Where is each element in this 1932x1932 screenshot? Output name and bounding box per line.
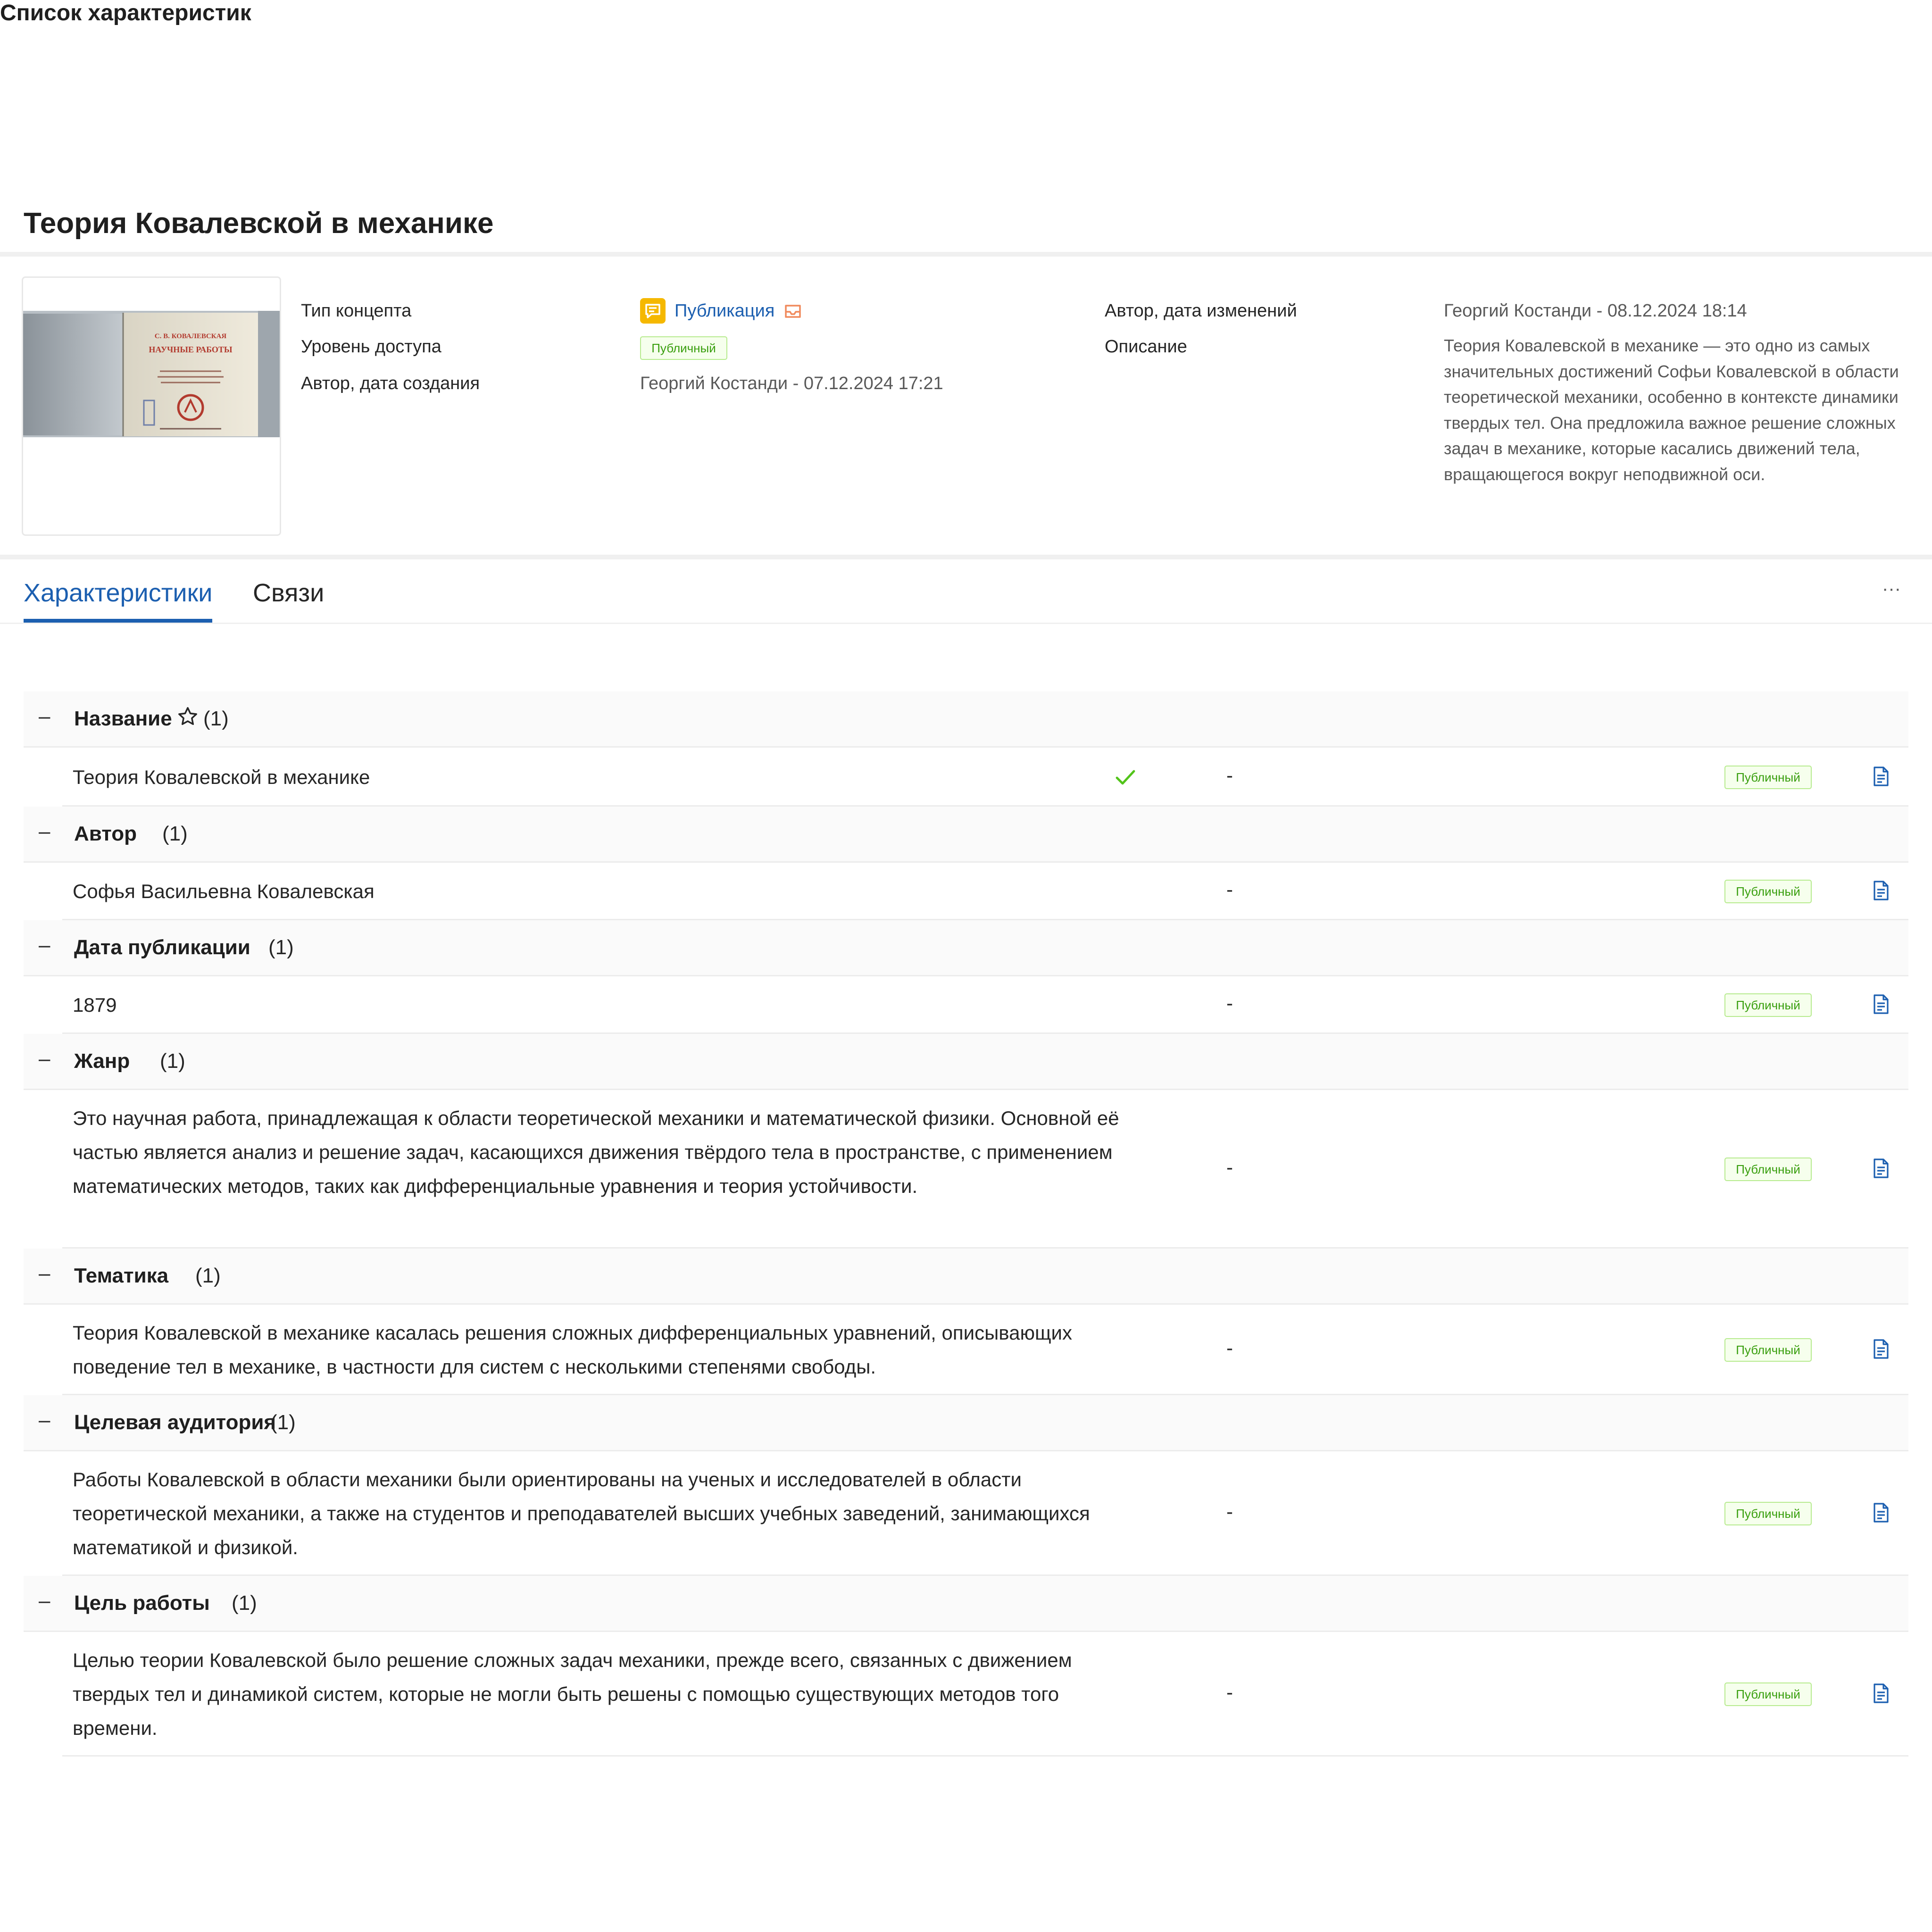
- modified-value: Георгий Костанди - 08.12.2024 18:14: [1444, 301, 1747, 321]
- group-header[interactable]: – Цель работы (1): [24, 1576, 1908, 1632]
- concept-type-link[interactable]: Публикация: [675, 301, 774, 321]
- book-author-text: С. В. КОВАЛЕВСКАЯ: [155, 333, 227, 340]
- document-icon[interactable]: [1873, 1339, 1890, 1359]
- group-title: Автор: [74, 822, 137, 845]
- value-dash: -: [1226, 1156, 1233, 1178]
- group-count: (1): [160, 1049, 185, 1073]
- value-row[interactable]: 1879 - Публичный: [62, 976, 1908, 1034]
- collapse-icon[interactable]: –: [39, 933, 50, 957]
- value-dash: -: [1226, 992, 1233, 1014]
- group-count: (1): [232, 1591, 257, 1615]
- access-tag: Публичный: [1724, 1502, 1812, 1525]
- group-title: Название: [74, 707, 172, 730]
- value-dash: -: [1226, 1337, 1233, 1359]
- value-row[interactable]: Теория Ковалевской в механике - Публичный: [62, 748, 1908, 807]
- tab-links[interactable]: Связи: [253, 578, 324, 608]
- group-count: (1): [270, 1411, 296, 1434]
- book-photo: С. В. КОВАЛЕВСКАЯ НАУЧНЫЕ РАБОТЫ: [23, 311, 280, 437]
- value-text: Это научная работа, принадлежащая к обла…: [73, 1107, 1119, 1197]
- value-text: Целью теории Ковалевской было решение сл…: [73, 1649, 1072, 1739]
- concept-type-label: Тип концепта: [301, 301, 412, 321]
- group-count: (1): [162, 822, 188, 845]
- characteristics-list: – Название (1) Теория Ковалевской в механик…: [24, 691, 1908, 1757]
- group-title: Целевая аудитория: [74, 1411, 276, 1434]
- group-title: Жанр: [74, 1049, 130, 1073]
- document-icon[interactable]: [1873, 994, 1890, 1015]
- check-icon: [1116, 770, 1135, 784]
- value-dash: -: [1226, 878, 1233, 900]
- active-tab-indicator: [24, 619, 212, 623]
- collapse-icon[interactable]: –: [39, 705, 50, 728]
- divider: [0, 252, 1932, 257]
- document-icon[interactable]: [1873, 1683, 1890, 1704]
- tabs-divider: [0, 623, 1932, 624]
- modified-label: Автор, дата изменений: [1105, 301, 1297, 321]
- group-title: Цель работы: [74, 1591, 210, 1615]
- group-header[interactable]: – Название (1): [24, 691, 1908, 748]
- created-label: Автор, дата создания: [301, 374, 480, 393]
- group-title: Дата публикации: [74, 936, 250, 959]
- value-row[interactable]: Теория Ковалевской в механике касалась р…: [62, 1305, 1908, 1395]
- document-icon[interactable]: [1873, 1502, 1890, 1523]
- value-text: Теория Ковалевской в механике касалась р…: [73, 1322, 1072, 1378]
- collapse-icon[interactable]: –: [39, 1408, 50, 1432]
- value-dash: -: [1226, 764, 1233, 786]
- access-tag: Публичный: [1724, 993, 1812, 1017]
- divider: [0, 555, 1932, 559]
- group-header[interactable]: – Тематика (1): [24, 1249, 1908, 1305]
- group-count: (1): [268, 936, 294, 959]
- value-row[interactable]: Целью теории Ковалевской было решение сл…: [62, 1632, 1908, 1757]
- value-row[interactable]: Софья Васильевна Ковалевская - Публичный: [62, 863, 1908, 920]
- description-label: Описание: [1105, 337, 1187, 357]
- group-header[interactable]: – Целевая аудитория (1): [24, 1395, 1908, 1451]
- value-row[interactable]: Работы Ковалевской в области механики бы…: [62, 1451, 1908, 1576]
- created-value: Георгий Костанди - 07.12.2024 17:21: [640, 374, 943, 393]
- collapse-icon[interactable]: –: [39, 1262, 50, 1285]
- more-menu-button[interactable]: ···: [1882, 578, 1901, 600]
- collapse-icon[interactable]: –: [39, 1047, 50, 1071]
- document-icon[interactable]: [1873, 766, 1890, 787]
- document-icon[interactable]: [1873, 880, 1890, 901]
- section-title: Список характеристик: [0, 0, 251, 25]
- value-row[interactable]: Это научная работа, принадлежащая к обла…: [62, 1090, 1908, 1249]
- access-level-tag: Публичный: [640, 336, 727, 360]
- value-dash: -: [1226, 1500, 1233, 1523]
- page-title: Теория Ковалевской в механике: [24, 207, 494, 240]
- collapse-icon[interactable]: –: [39, 1589, 50, 1613]
- value-text: Софья Васильевна Ковалевская: [73, 880, 375, 902]
- group-header[interactable]: – Жанр (1): [24, 1034, 1908, 1090]
- collapse-icon[interactable]: –: [39, 820, 50, 843]
- access-tag: Публичный: [1724, 880, 1812, 903]
- thumbnail-card[interactable]: С. В. КОВАЛЕВСКАЯ НАУЧНЫЕ РАБОТЫ: [22, 276, 281, 536]
- tab-characteristics[interactable]: Характеристики: [24, 578, 212, 608]
- access-level-label: Уровень доступа: [301, 337, 441, 357]
- star-outline-icon[interactable]: [177, 706, 199, 727]
- group-title: Тематика: [74, 1264, 169, 1287]
- value-dash: -: [1226, 1681, 1233, 1703]
- book-title-text: НАУЧНЫЕ РАБОТЫ: [149, 345, 232, 354]
- inbox-icon[interactable]: [783, 302, 802, 321]
- value-text: Теория Ковалевской в механике: [73, 766, 370, 788]
- access-tag: Публичный: [1724, 765, 1812, 789]
- value-text: 1879: [73, 994, 117, 1016]
- value-text: Работы Ковалевской в области механики бы…: [73, 1468, 1090, 1558]
- message-square-icon: [640, 298, 666, 324]
- description-value: Теория Ковалевской в механике — это одно…: [1444, 336, 1899, 484]
- access-tag: Публичный: [1724, 1682, 1812, 1706]
- group-count: (1): [203, 707, 229, 730]
- group-header[interactable]: – Дата публикации (1): [24, 920, 1908, 976]
- group-header[interactable]: – Автор (1): [24, 807, 1908, 863]
- group-count: (1): [195, 1264, 221, 1287]
- access-tag: Публичный: [1724, 1338, 1812, 1362]
- access-tag: Публичный: [1724, 1158, 1812, 1181]
- document-icon[interactable]: [1873, 1158, 1890, 1179]
